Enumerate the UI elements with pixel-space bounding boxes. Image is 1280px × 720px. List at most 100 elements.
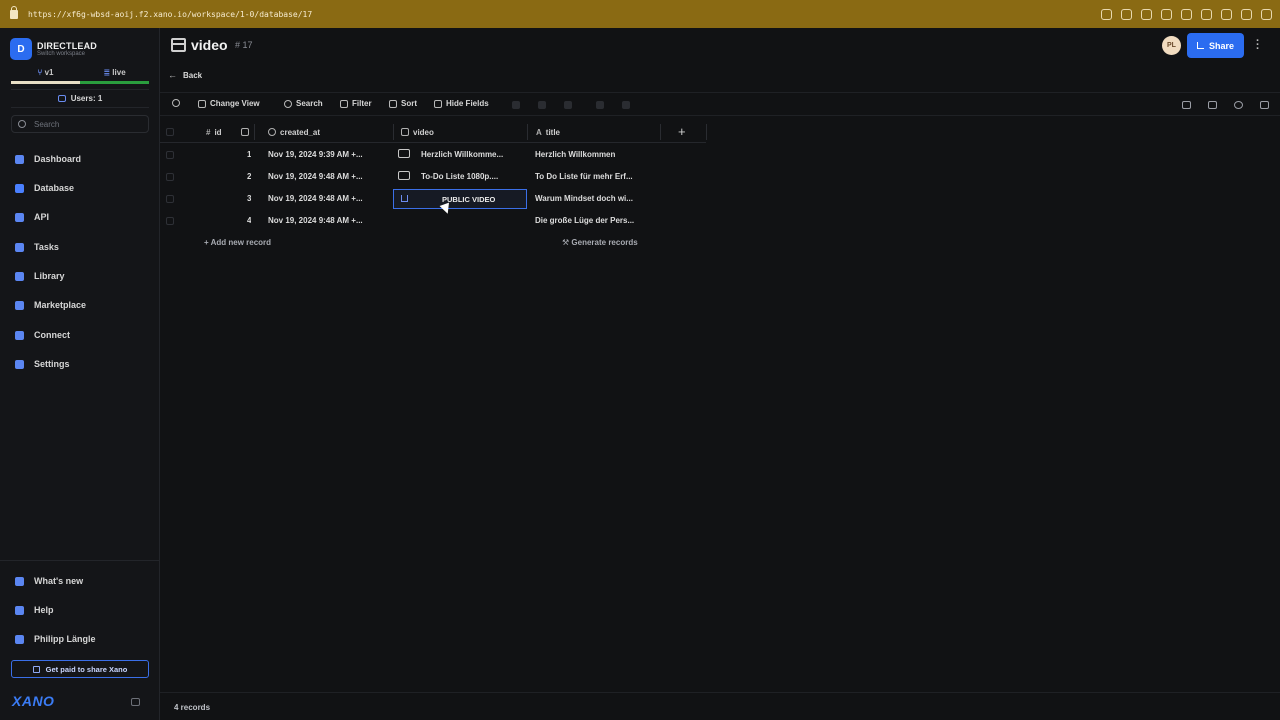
help-circle-icon[interactable] bbox=[1234, 101, 1243, 109]
branch-live[interactable]: ≣ live bbox=[80, 68, 149, 84]
lock-column-icon[interactable] bbox=[241, 122, 253, 142]
column-header-title[interactable]: Atitle bbox=[536, 122, 560, 142]
clock-icon bbox=[268, 128, 276, 136]
add-record-button[interactable]: + Add new record bbox=[204, 238, 271, 247]
row-checkbox[interactable] bbox=[166, 173, 174, 181]
generate-records-button[interactable]: ⚒ Generate records bbox=[562, 238, 638, 247]
cell-title[interactable]: Die große Lüge der Pers... bbox=[535, 216, 653, 225]
sidebar-item-dashboard[interactable]: Dashboard bbox=[15, 149, 81, 169]
sidebar-item-library[interactable]: Library bbox=[15, 266, 65, 286]
row-checkbox[interactable] bbox=[166, 195, 174, 203]
sidebar-item-settings[interactable]: Settings bbox=[15, 354, 70, 374]
copy-icon[interactable] bbox=[538, 101, 546, 109]
hide-fields-button[interactable]: Hide Fields bbox=[434, 99, 489, 108]
document-icon[interactable] bbox=[1182, 101, 1191, 109]
cell-title[interactable]: To Do Liste für mehr Erf... bbox=[535, 172, 653, 181]
target-icon[interactable] bbox=[1221, 8, 1232, 20]
magic-wand-icon: ⚒ bbox=[562, 238, 572, 247]
filter-button[interactable]: Filter bbox=[340, 99, 372, 108]
add-column-button[interactable]: + bbox=[678, 124, 686, 139]
column-divider bbox=[393, 124, 394, 140]
chat-icon bbox=[57, 95, 66, 102]
get-paid-button[interactable]: Get paid to share Xano bbox=[11, 660, 149, 678]
sidebar-item-user[interactable]: Philipp Längle bbox=[15, 629, 96, 649]
avatar[interactable]: PL bbox=[1162, 36, 1181, 55]
search-icon bbox=[284, 99, 292, 108]
camera-icon[interactable] bbox=[1141, 8, 1152, 20]
database-icon: ≣ bbox=[103, 68, 113, 77]
edit-icon[interactable] bbox=[512, 101, 520, 109]
cell-title[interactable]: Warum Mindset doch wi... bbox=[535, 194, 653, 203]
sidebar-search-input[interactable] bbox=[34, 119, 144, 129]
video-icon bbox=[401, 128, 409, 136]
sidebar-item-tasks[interactable]: Tasks bbox=[15, 237, 59, 257]
sidebar-item-help[interactable]: Help bbox=[15, 600, 54, 620]
page-title: video bbox=[191, 37, 228, 53]
table-row[interactable]: 4 Nov 19, 2024 9:48 AM +... Die große Lü… bbox=[160, 210, 656, 232]
window-icon[interactable] bbox=[1161, 8, 1172, 20]
library-icon bbox=[15, 271, 24, 281]
cell-created-at[interactable]: Nov 19, 2024 9:48 AM +... bbox=[268, 216, 386, 225]
workspace-switcher[interactable]: D DIRECTLEAD Switch workspace bbox=[10, 38, 97, 60]
sidebar-search[interactable] bbox=[11, 115, 149, 133]
url-text[interactable]: https://xf6g-wbsd-aoij.f2.xano.io/worksp… bbox=[28, 10, 312, 19]
screen-icon[interactable] bbox=[1121, 8, 1132, 20]
connect-icon bbox=[15, 330, 24, 340]
table-row[interactable]: 1 Nov 19, 2024 9:39 AM +... Herzlich Wil… bbox=[160, 144, 656, 166]
column-header-id[interactable]: # id bbox=[206, 122, 222, 142]
table-row[interactable]: 2 Nov 19, 2024 9:48 AM +... To-Do Liste … bbox=[160, 166, 656, 188]
delete-icon[interactable] bbox=[564, 101, 572, 109]
column-header-created-at[interactable]: created_at bbox=[268, 122, 320, 142]
refresh-button[interactable] bbox=[172, 99, 184, 107]
users-indicator[interactable]: Users: 1 bbox=[11, 89, 149, 108]
globe-icon[interactable] bbox=[1201, 8, 1212, 20]
more-menu-icon[interactable]: · · · bbox=[1256, 36, 1260, 55]
sidebar-item-api[interactable]: API bbox=[15, 207, 49, 227]
code-icon[interactable] bbox=[1241, 8, 1252, 20]
select-all-checkbox[interactable] bbox=[166, 128, 174, 136]
hash-icon: # bbox=[206, 127, 211, 137]
record-count: 4 records bbox=[174, 703, 211, 712]
back-link[interactable]: ← Back bbox=[168, 70, 202, 80]
gear-icon bbox=[15, 359, 24, 369]
cell-id[interactable]: 4 bbox=[247, 216, 251, 225]
cell-created-at[interactable]: Nov 19, 2024 9:39 AM +... bbox=[268, 150, 386, 159]
public-video-label: PUBLIC VIDEO bbox=[442, 195, 496, 204]
sort-button[interactable]: Sort bbox=[389, 99, 417, 108]
sidebar-item-marketplace[interactable]: Marketplace bbox=[15, 295, 86, 315]
sidebar-item-whats-new[interactable]: What's new bbox=[15, 571, 83, 591]
panel-icon[interactable] bbox=[1260, 101, 1269, 109]
branch-v1[interactable]: ⑂ v1 bbox=[11, 68, 80, 84]
sidebar-item-database[interactable]: Database bbox=[15, 178, 74, 198]
cell-video-upload[interactable]: PUBLIC VIDEO bbox=[393, 189, 527, 209]
column-header-video[interactable]: video bbox=[401, 122, 434, 142]
change-view-button[interactable]: Change View bbox=[198, 99, 260, 108]
cell-created-at[interactable]: Nov 19, 2024 9:48 AM +... bbox=[268, 172, 386, 181]
cell-id[interactable]: 3 bbox=[247, 194, 251, 203]
table-row[interactable]: 3 Nov 19, 2024 9:48 AM +... PUBLIC VIDEO… bbox=[160, 188, 656, 210]
share-button[interactable]: Share bbox=[1187, 33, 1244, 58]
share-icon bbox=[32, 665, 40, 673]
search-button[interactable]: Search bbox=[284, 99, 323, 108]
cell-id[interactable]: 2 bbox=[247, 172, 251, 181]
row-checkbox[interactable] bbox=[166, 151, 174, 159]
row-checkbox[interactable] bbox=[166, 217, 174, 225]
dashboard-icon bbox=[15, 154, 24, 164]
redo-icon[interactable] bbox=[622, 101, 630, 109]
sidebar-divider bbox=[0, 560, 159, 561]
page-header: video # 17 PL Share · · · bbox=[160, 28, 1280, 64]
cell-id[interactable]: 1 bbox=[247, 150, 251, 159]
undo-icon[interactable] bbox=[596, 101, 604, 109]
cell-video[interactable]: Herzlich Willkomme... bbox=[421, 150, 521, 159]
cell-title[interactable]: Herzlich Willkommen bbox=[535, 150, 653, 159]
cell-video[interactable]: To-Do Liste 1080p.... bbox=[421, 172, 521, 181]
add-record-row: + Add new record ⚒ Generate records bbox=[160, 232, 656, 254]
sidebar-item-connect[interactable]: Connect bbox=[15, 325, 70, 345]
cell-created-at[interactable]: Nov 19, 2024 9:48 AM +... bbox=[268, 194, 386, 203]
settings-icon[interactable] bbox=[1261, 8, 1272, 20]
plug-icon[interactable] bbox=[1208, 101, 1217, 109]
collapse-sidebar-icon[interactable] bbox=[131, 698, 140, 706]
link-icon[interactable] bbox=[1101, 8, 1112, 20]
megaphone-icon bbox=[15, 576, 24, 586]
grid-icon[interactable] bbox=[1181, 8, 1192, 20]
